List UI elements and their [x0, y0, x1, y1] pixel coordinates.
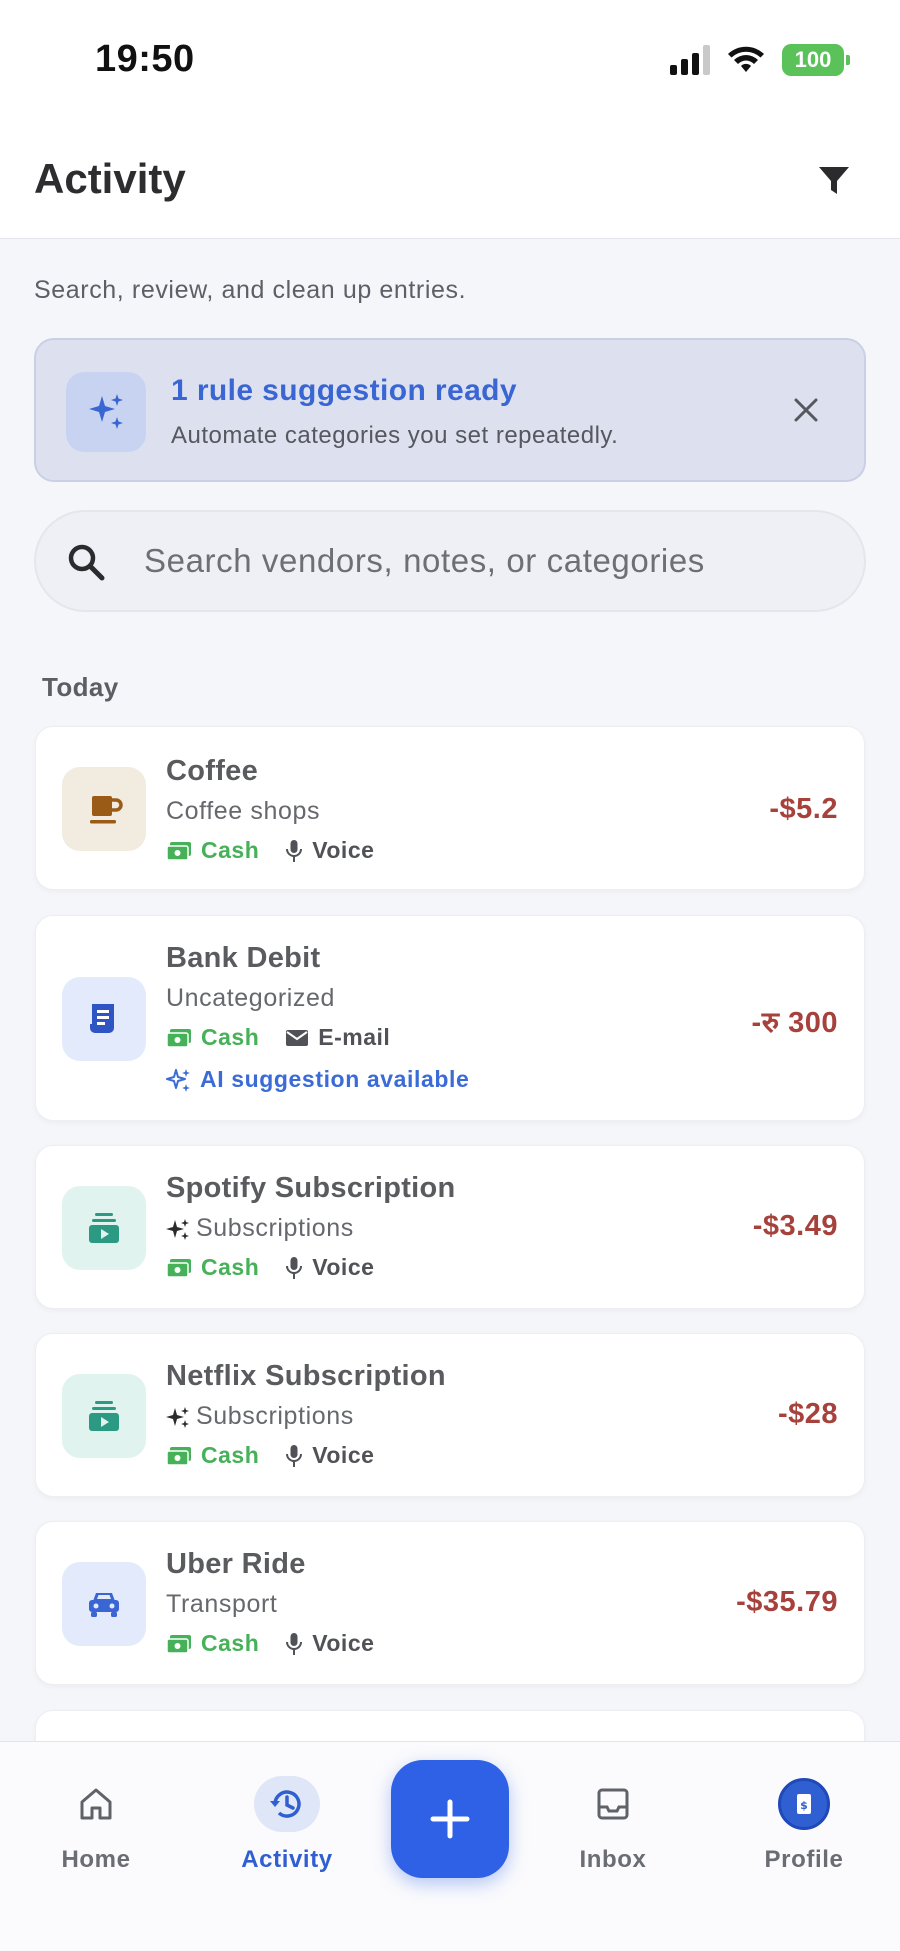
transaction-meta: Cash Voice: [166, 1630, 374, 1657]
nav-inbox[interactable]: Inbox: [543, 1776, 683, 1886]
transaction-card[interactable]: Netflix Subscription Subscriptions Cash …: [35, 1333, 865, 1497]
battery-icon: 100: [782, 44, 850, 76]
transaction-name: Coffee: [166, 755, 259, 787]
entry-source: Voice: [285, 1442, 374, 1469]
entry-source: Voice: [285, 837, 374, 864]
receipt-icon: [62, 977, 146, 1061]
close-icon: [794, 398, 818, 422]
transaction-amount: -रु 300: [751, 1007, 838, 1039]
subscriptions-icon: [62, 1186, 146, 1270]
transaction-category: Uncategorized: [166, 984, 336, 1012]
inbox-icon: [580, 1776, 646, 1832]
nav-activity-label: Activity: [241, 1846, 333, 1873]
close-button[interactable]: [784, 388, 828, 432]
ai-suggestion-link[interactable]: AI suggestion available: [166, 1066, 469, 1093]
filter-icon: [819, 167, 849, 194]
section-label-today: Today: [42, 672, 119, 702]
transaction-card[interactable]: Bank Debit Uncategorized Cash E-mail AI …: [35, 915, 865, 1121]
transaction-category: Coffee shops: [166, 797, 321, 825]
cash-icon: [166, 1258, 191, 1278]
cash-icon: [166, 1446, 191, 1466]
transaction-meta: Cash E-mail: [166, 1024, 390, 1051]
cash-icon: [166, 1028, 191, 1048]
transaction-meta: Cash Voice: [166, 1442, 374, 1469]
transaction-category: Subscriptions: [166, 1214, 354, 1243]
transaction-card[interactable]: Uber Ride Transport Cash Voice -$35.79: [35, 1521, 865, 1685]
plus-icon: [430, 1799, 470, 1839]
sparkle-icon: [166, 1406, 189, 1428]
svg-text:$: $: [800, 1799, 808, 1812]
wifi-icon: [728, 46, 764, 72]
microphone-icon: [286, 839, 303, 862]
search-bar: [34, 510, 866, 612]
filter-button[interactable]: [804, 151, 864, 211]
entry-source: E-mail: [285, 1024, 390, 1051]
header: Activity: [0, 115, 900, 239]
nav-profile-label: Profile: [764, 1846, 844, 1873]
payment-method: Cash: [166, 1630, 259, 1657]
payment-method: Cash: [166, 837, 259, 864]
coffee-icon: [62, 767, 146, 851]
transaction-category: Transport: [166, 1590, 278, 1618]
status-time: 19:50: [95, 38, 195, 80]
banner-title: 1 rule suggestion ready: [171, 374, 517, 407]
sparkle-icon: [166, 1218, 189, 1240]
transaction-name: Uber Ride: [166, 1548, 306, 1580]
search-icon: [68, 544, 105, 581]
banner-text: Automate categories you set repeatedly.: [171, 422, 619, 449]
home-icon: [63, 1776, 129, 1832]
transaction-amount: -$35.79: [736, 1586, 838, 1618]
entry-source: Voice: [285, 1254, 374, 1281]
history-icon: [254, 1776, 320, 1832]
status-icons: 100: [670, 44, 850, 76]
add-entry-button[interactable]: [391, 1760, 509, 1878]
profile-icon: $: [797, 1794, 811, 1814]
bottom-navigation: Home Activity Inbox $ Profile: [0, 1741, 900, 1951]
page-title: Activity: [34, 155, 186, 202]
transaction-category: Subscriptions: [166, 1402, 354, 1431]
search-input[interactable]: [144, 512, 834, 610]
cash-icon: [166, 1634, 191, 1654]
payment-method: Cash: [166, 1442, 259, 1469]
mail-icon: [286, 1029, 309, 1046]
cash-icon: [166, 841, 191, 861]
transaction-name: Netflix Subscription: [166, 1360, 446, 1392]
microphone-icon: [286, 1632, 303, 1655]
transaction-card[interactable]: Coffee Coffee shops Cash Voice -$5.2: [35, 726, 865, 890]
sparkle-icon: [66, 372, 146, 452]
payment-method: Cash: [166, 1024, 259, 1051]
payment-method: Cash: [166, 1254, 259, 1281]
subscriptions-icon: [62, 1374, 146, 1458]
transaction-amount: -$5.2: [769, 793, 838, 825]
transaction-name: Bank Debit: [166, 942, 321, 974]
nav-home-label: Home: [61, 1846, 131, 1873]
sparkle-icon: [166, 1068, 190, 1092]
battery-level: 100: [794, 47, 832, 72]
microphone-icon: [286, 1256, 303, 1279]
transaction-meta: Cash Voice: [166, 1254, 374, 1281]
signal-icon: [670, 45, 710, 75]
rule-suggestion-banner[interactable]: 1 rule suggestion ready Automate categor…: [34, 338, 866, 482]
microphone-icon: [286, 1444, 303, 1467]
transaction-meta: Cash Voice: [166, 837, 374, 864]
car-icon: [62, 1562, 146, 1646]
nav-inbox-label: Inbox: [579, 1846, 647, 1873]
entry-source: Voice: [285, 1630, 374, 1657]
transaction-amount: -$28: [777, 1398, 838, 1430]
avatar: $: [771, 1776, 837, 1832]
transaction-card[interactable]: Spotify Subscription Subscriptions Cash …: [35, 1145, 865, 1309]
nav-activity[interactable]: Activity: [217, 1776, 357, 1886]
transaction-name: Spotify Subscription: [166, 1172, 456, 1204]
status-bar: 19:50 100: [0, 0, 900, 115]
page-subtitle: Search, review, and clean up entries.: [34, 276, 467, 304]
transaction-amount: -$3.49: [752, 1210, 838, 1242]
nav-profile[interactable]: $ Profile: [734, 1776, 874, 1886]
nav-home[interactable]: Home: [26, 1776, 166, 1886]
